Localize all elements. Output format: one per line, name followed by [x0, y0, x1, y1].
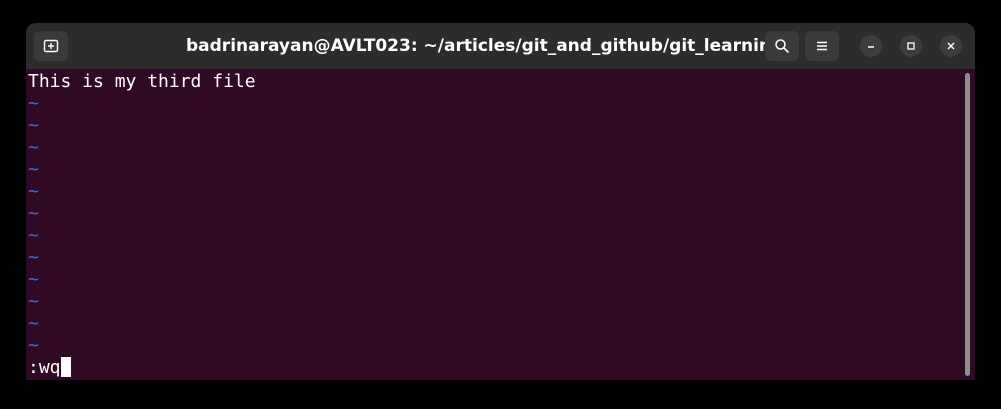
file-line: This is my third file: [28, 71, 256, 92]
text-cursor: [60, 357, 71, 377]
empty-line-marker: ~: [28, 313, 39, 334]
search-button[interactable]: [765, 31, 799, 61]
close-button[interactable]: [940, 35, 962, 57]
terminal-content[interactable]: This is my third file ~ ~ ~ ~ ~ ~ ~ ~ ~ …: [26, 69, 975, 380]
empty-line-marker: ~: [28, 335, 39, 356]
minimize-icon: [868, 46, 874, 48]
minimize-button[interactable]: [860, 35, 882, 57]
new-tab-button[interactable]: [34, 31, 68, 61]
hamburger-menu-icon: [817, 41, 827, 51]
new-tab-icon: [43, 39, 59, 53]
title-bar: badrinarayan@AVLT023: ~/articles/git_and…: [26, 23, 975, 69]
empty-line-marker: ~: [28, 225, 39, 246]
command-line[interactable]: :wq: [28, 357, 71, 379]
window-title: badrinarayan@AVLT023: ~/articles/git_and…: [186, 36, 784, 56]
command-text: :wq: [28, 357, 61, 378]
menu-button[interactable]: [805, 31, 839, 61]
close-icon: [947, 42, 955, 50]
empty-line-marker: ~: [28, 93, 39, 114]
empty-line-marker: ~: [28, 203, 39, 224]
empty-line-marker: ~: [28, 181, 39, 202]
empty-line-marker: ~: [28, 137, 39, 158]
empty-line-marker: ~: [28, 247, 39, 268]
scrollbar[interactable]: [965, 73, 970, 376]
maximize-icon: [907, 42, 915, 50]
maximize-button[interactable]: [900, 35, 922, 57]
search-icon: [775, 39, 789, 53]
empty-line-marker: ~: [28, 291, 39, 312]
empty-line-marker: ~: [28, 159, 39, 180]
terminal-window: badrinarayan@AVLT023: ~/articles/git_and…: [26, 23, 975, 380]
empty-line-marker: ~: [28, 115, 39, 136]
empty-line-marker: ~: [28, 269, 39, 290]
